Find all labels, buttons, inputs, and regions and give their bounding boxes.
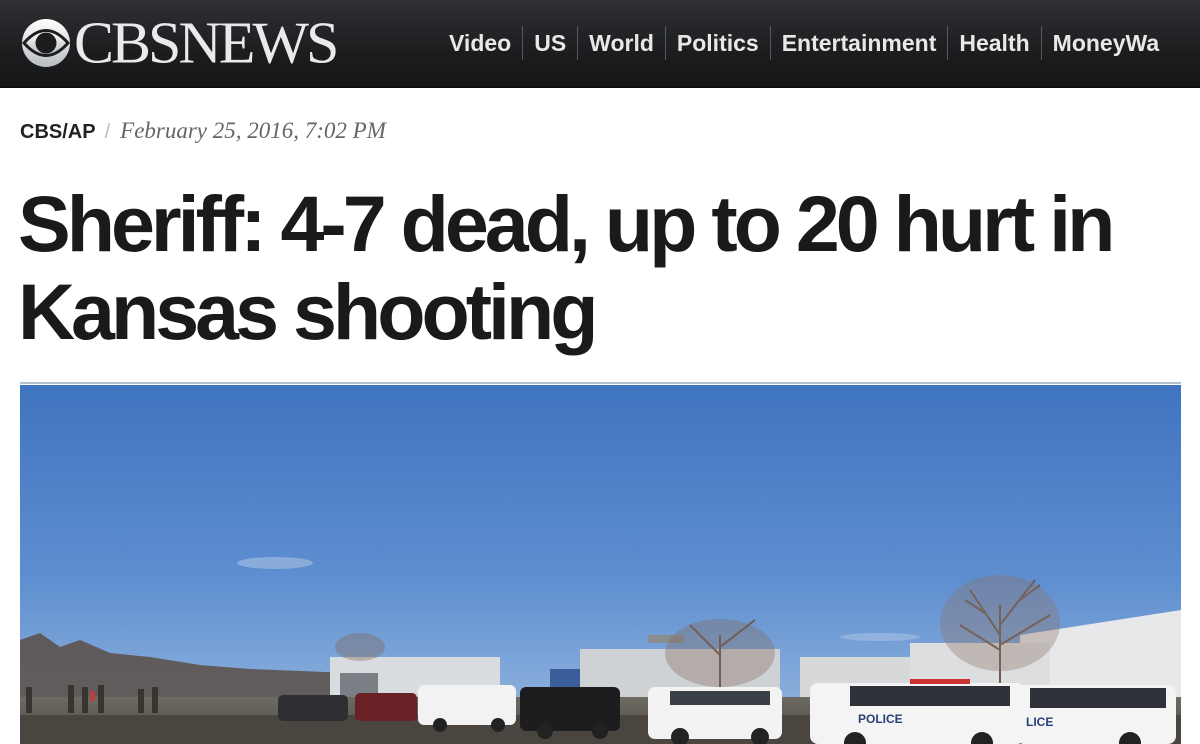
police-label: POLICE — [858, 712, 903, 726]
byline-separator: / — [104, 121, 111, 143]
primary-nav: Video US World Politics Entertainment He… — [438, 26, 1170, 60]
photo-top-rule — [20, 382, 1181, 384]
light-bar — [910, 679, 970, 684]
cloud — [840, 633, 920, 641]
nav-item-politics[interactable]: Politics — [664, 26, 770, 60]
cbs-eye-icon — [22, 19, 70, 67]
police-label: LICE — [1026, 715, 1053, 729]
tree-canopy — [335, 633, 385, 661]
vehicle-window — [850, 686, 1010, 706]
nav-item-moneywatch[interactable]: MoneyWa — [1040, 26, 1171, 60]
vehicle-window — [670, 691, 770, 705]
article-headline: Sheriff: 4-7 dead, up to 20 hurt in Kans… — [18, 179, 1115, 356]
vehicle — [278, 695, 348, 721]
article-photo[interactable]: POLICE LICE — [20, 385, 1181, 744]
photo-scene: POLICE LICE — [20, 385, 1181, 744]
nav-item-world[interactable]: World — [577, 26, 665, 60]
vehicle-window — [1030, 688, 1166, 708]
nav-item-us[interactable]: US — [522, 26, 577, 60]
tree-canopy — [665, 619, 775, 687]
cbs-news-logo[interactable]: CBSNEWS — [20, 10, 339, 76]
site-header: CBSNEWS Video US World Politics Entertai… — [0, 0, 1200, 88]
nav-item-video[interactable]: Video — [438, 26, 522, 60]
article-source[interactable]: CBS/AP — [20, 121, 96, 144]
police-suv — [520, 687, 620, 731]
tree-canopy — [940, 575, 1060, 671]
person — [90, 691, 95, 701]
nav-item-entertainment[interactable]: Entertainment — [769, 26, 948, 60]
brand-wordmark: CBSNEWS — [74, 10, 339, 76]
article-byline: CBS/AP / February 25, 2016, 7:02 PM — [20, 118, 386, 144]
nav-item-health[interactable]: Health — [947, 26, 1040, 60]
vehicle — [355, 693, 417, 721]
cloud — [237, 557, 313, 569]
article-date: February 25, 2016, 7:02 PM — [120, 118, 386, 143]
